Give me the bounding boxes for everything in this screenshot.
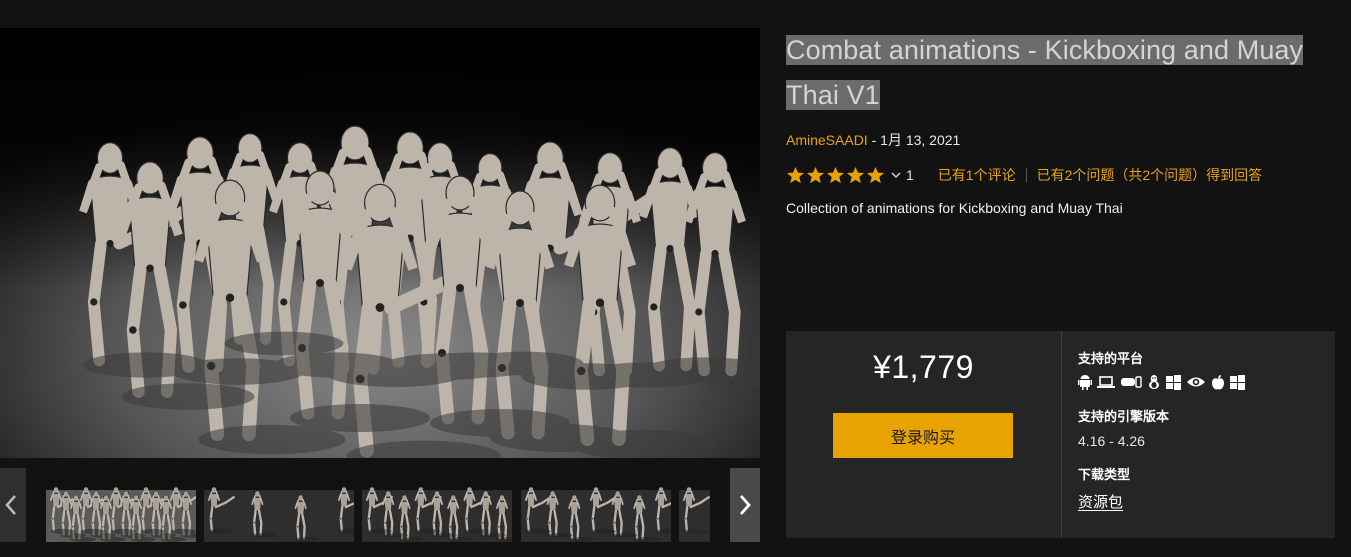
rating-row: 1 已有1个评论 已有2个问题（共2个问题）得到回答 <box>786 164 1346 186</box>
eye-icon <box>1187 377 1205 387</box>
hero-image-illustration <box>0 28 760 458</box>
rating-count: 1 <box>906 167 914 183</box>
star-icon <box>806 166 825 183</box>
questions-link[interactable]: 已有2个问题（共2个问题）得到回答 <box>1037 165 1263 185</box>
product-description: Collection of animations for Kickboxing … <box>786 200 1123 216</box>
thumbnail-3[interactable] <box>362 468 512 542</box>
product-info: Combat animations - Kickboxing and Muay … <box>786 28 1346 216</box>
thumbnail-5-image <box>679 468 710 542</box>
star-icon <box>846 166 865 183</box>
engine-label: 支持的引擎版本 <box>1078 409 1170 424</box>
engine-versions: 4.16 - 4.26 <box>1078 433 1145 449</box>
author-link[interactable]: AmineSAADI <box>786 132 868 148</box>
thumbnail-1[interactable] <box>46 468 196 542</box>
chevron-left-icon <box>5 495 16 515</box>
price: ¥1,779 <box>873 349 974 385</box>
windows-icon <box>1230 374 1245 390</box>
date-separator: - <box>867 132 881 148</box>
thumbnail-2[interactable] <box>204 468 354 542</box>
thumbnail-3-image <box>362 468 512 542</box>
chevron-down-icon[interactable] <box>889 168 903 182</box>
thumbnail-list <box>46 468 710 542</box>
product-meta: AmineSAADI - 1月 13, 2021 <box>786 130 1346 150</box>
divider <box>1061 331 1062 538</box>
thumbnail-strip <box>0 468 760 542</box>
linux-icon <box>1149 375 1159 389</box>
thumbnail-1-image <box>46 468 196 542</box>
gallery-prev-button[interactable] <box>0 468 26 542</box>
divider <box>1025 168 1027 182</box>
platforms-label: 支持的平台 <box>1078 351 1144 366</box>
purchase-panel: ¥1,779 登录购买 支持的平台 支持的引擎版本 4.16 - 4.26 下载… <box>786 331 1335 538</box>
price-section: ¥1,779 登录购买 <box>786 331 1061 538</box>
thumbnail-2-image <box>204 468 354 542</box>
download-type-label: 下载类型 <box>1078 467 1131 482</box>
vr-headset-icon <box>1121 376 1142 388</box>
android-icon <box>1078 375 1092 390</box>
thumbnail-5[interactable] <box>679 468 710 542</box>
laptop-icon <box>1097 376 1115 388</box>
star-icon <box>866 166 885 183</box>
chevron-right-icon <box>739 495 751 515</box>
download-type-link[interactable]: 资源包 <box>1078 491 1123 512</box>
reviews-link[interactable]: 已有1个评论 <box>938 165 1016 185</box>
release-date: 1月 13, 2021 <box>880 132 961 148</box>
platform-icons <box>1078 374 1245 390</box>
login-to-buy-button[interactable]: 登录购买 <box>833 413 1013 458</box>
thumbnail-4-image <box>521 468 671 542</box>
thumbnail-4[interactable] <box>521 468 671 542</box>
hero-image <box>0 28 760 458</box>
product-title: Combat animations - Kickboxing and Muay … <box>786 35 1304 110</box>
gallery-next-button[interactable] <box>730 468 760 542</box>
star-icon <box>786 166 805 183</box>
specs-section: 支持的平台 支持的引擎版本 4.16 - 4.26 下载类型 资源包 <box>1078 331 1328 538</box>
windows-icon <box>1166 374 1181 390</box>
star-icon <box>826 166 845 183</box>
apple-icon <box>1212 375 1224 390</box>
star-rating[interactable] <box>786 166 885 185</box>
